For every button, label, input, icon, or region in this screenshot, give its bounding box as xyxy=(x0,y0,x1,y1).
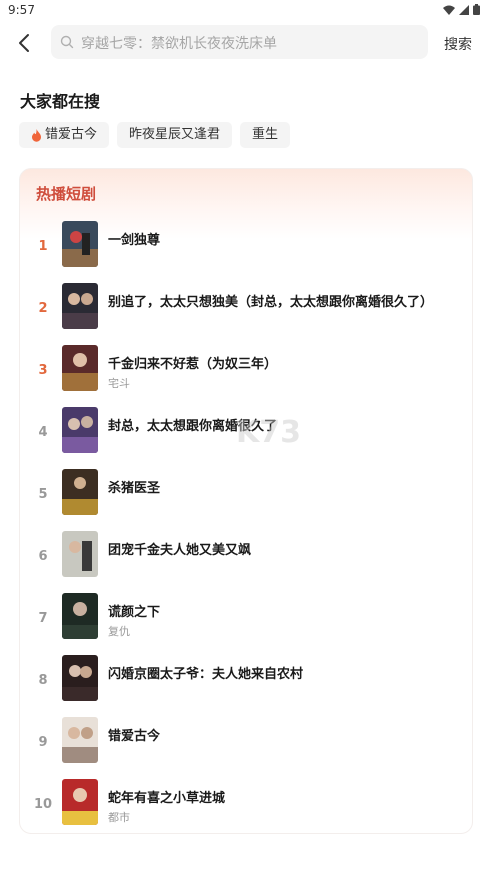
drama-title: 错爱古今 xyxy=(108,729,161,744)
drama-genre: 复仇 xyxy=(108,625,130,638)
hot-dramas-list: 1 一剑独尊 2 别追了，太太只想独美（封总，太太想跟你离婚很久了） 3 千金归… xyxy=(20,219,472,839)
drama-cover-thumbnail xyxy=(62,593,98,639)
trending-tag-label: 重生 xyxy=(252,127,279,142)
drama-title: 一剑独尊 xyxy=(108,233,161,248)
status-bar: 9:57 xyxy=(0,0,490,22)
rank-number: 1 xyxy=(38,239,48,254)
status-time: 9:57 xyxy=(8,3,35,17)
search-bar-row: 穿越七零：禁欲机长夜夜洗床单 搜索 xyxy=(0,24,490,64)
back-button[interactable] xyxy=(14,32,36,54)
drama-list-item[interactable]: 8 闪婚京圈太子爷：夫人她来自农村 xyxy=(20,653,472,715)
drama-title: 谎颜之下 xyxy=(108,605,161,620)
search-placeholder: 穿越七零：禁欲机长夜夜洗床单 xyxy=(81,36,277,52)
drama-title: 闪婚京圈太子爷：夫人她来自农村 xyxy=(108,667,304,682)
drama-list-item[interactable]: 9 错爱古今 xyxy=(20,715,472,777)
trending-title: 大家都在搜 xyxy=(20,92,101,111)
drama-genre: 宅斗 xyxy=(108,377,130,390)
status-icons xyxy=(443,4,480,15)
drama-cover-thumbnail xyxy=(62,531,98,577)
back-arrow-icon xyxy=(19,34,29,52)
drama-cover-thumbnail xyxy=(62,283,98,329)
trending-tag[interactable]: 重生 xyxy=(240,122,291,148)
hot-dramas-title: 热播短剧 xyxy=(36,185,97,203)
search-icon xyxy=(60,35,74,49)
drama-list-item[interactable]: 4 封总，太太想跟你离婚很久了 xyxy=(20,405,472,467)
trending-tag[interactable]: 昨夜星辰又逢君 xyxy=(117,122,233,148)
signal-icon xyxy=(459,4,469,15)
drama-cover-thumbnail xyxy=(62,717,98,763)
trending-tag-label: 错爱古今 xyxy=(45,127,98,142)
drama-cover-thumbnail xyxy=(62,779,98,825)
drama-genre: 都市 xyxy=(108,811,130,824)
drama-title: 蛇年有喜之小草进城 xyxy=(108,791,226,806)
drama-title: 杀猪医圣 xyxy=(108,481,161,496)
hot-dramas-card: 热播短剧 1 一剑独尊 2 别追了，太太只想独美（封总，太太想跟你离婚很久了） … xyxy=(19,168,473,834)
drama-cover-thumbnail xyxy=(62,469,98,515)
rank-number: 3 xyxy=(38,363,48,378)
drama-cover-thumbnail xyxy=(62,407,98,453)
drama-title: 封总，太太想跟你离婚很久了 xyxy=(108,419,278,434)
drama-list-item[interactable]: 1 一剑独尊 xyxy=(20,219,472,281)
rank-number: 4 xyxy=(38,425,48,440)
drama-list-item[interactable]: 10 蛇年有喜之小草进城 都市 xyxy=(20,777,472,839)
drama-list-item[interactable]: 5 杀猪医圣 xyxy=(20,467,472,529)
drama-title: 别追了，太太只想独美（封总，太太想跟你离婚很久了） xyxy=(108,295,434,310)
rank-number: 2 xyxy=(38,301,48,316)
trending-tags: 错爱古今 昨夜星辰又逢君 重生 xyxy=(19,122,291,148)
rank-number: 5 xyxy=(38,487,48,502)
wifi-icon xyxy=(443,5,455,15)
rank-number: 7 xyxy=(38,611,48,626)
search-input[interactable]: 穿越七零：禁欲机长夜夜洗床单 xyxy=(51,25,428,59)
drama-title: 团宠千金夫人她又美又飒 xyxy=(108,543,252,558)
trending-tag[interactable]: 错爱古今 xyxy=(19,122,110,148)
drama-list-item[interactable]: 3 千金归来不好惹（为奴三年） 宅斗 xyxy=(20,343,472,405)
search-button[interactable]: 搜索 xyxy=(444,34,472,54)
drama-list-item[interactable]: 7 谎颜之下 复仇 xyxy=(20,591,472,653)
drama-title: 千金归来不好惹（为奴三年） xyxy=(108,357,278,372)
battery-icon xyxy=(473,4,480,15)
drama-cover-thumbnail xyxy=(62,655,98,701)
trending-tag-label: 昨夜星辰又逢君 xyxy=(129,127,221,142)
drama-list-item[interactable]: 6 团宠千金夫人她又美又飒 xyxy=(20,529,472,591)
flame-icon xyxy=(32,128,41,142)
rank-number: 10 xyxy=(33,797,53,812)
rank-number: 6 xyxy=(38,549,48,564)
rank-number: 9 xyxy=(38,735,48,750)
rank-number: 8 xyxy=(38,673,48,688)
drama-cover-thumbnail xyxy=(62,345,98,391)
drama-list-item[interactable]: 2 别追了，太太只想独美（封总，太太想跟你离婚很久了） xyxy=(20,281,472,343)
drama-cover-thumbnail xyxy=(62,221,98,267)
